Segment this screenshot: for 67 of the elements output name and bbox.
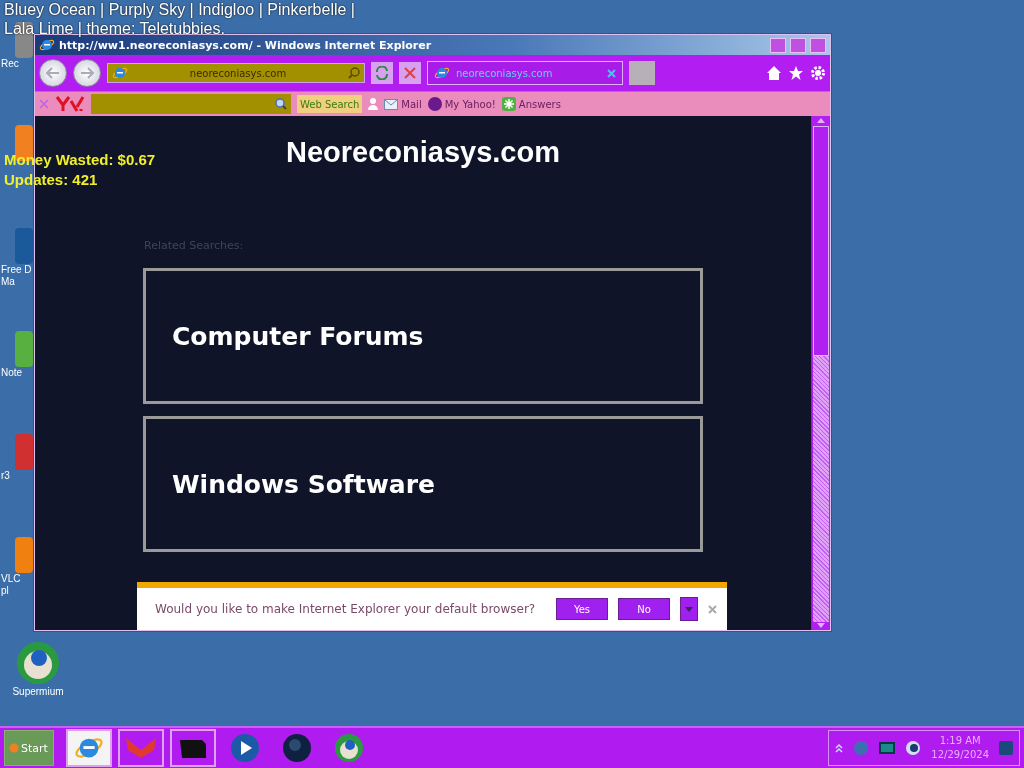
desktop-icon-label: VLC xyxy=(0,573,21,585)
home-icon[interactable] xyxy=(766,65,782,81)
ie-icon xyxy=(112,65,128,81)
clock[interactable]: 1:19 AM 12/29/2024 xyxy=(931,734,989,762)
play-icon xyxy=(230,733,260,763)
dropdown-button[interactable] xyxy=(680,597,698,621)
desktop-icon-label: Supermium xyxy=(12,686,64,698)
stop-button[interactable] xyxy=(399,62,421,84)
close-icon xyxy=(404,67,416,79)
infobar-button[interactable]: No xyxy=(618,598,670,620)
desktop-icon-label: Ma xyxy=(0,276,15,288)
start-button[interactable]: Start xyxy=(4,730,54,766)
forward-arrow-icon xyxy=(80,67,94,79)
window-title: http://ww1.neoreconiasys.com/ - Windows Internet Explorer xyxy=(59,38,433,52)
star-icon xyxy=(501,97,516,111)
maximize-button[interactable] xyxy=(790,37,806,53)
address-field[interactable]: neoreconiasys.com xyxy=(107,63,365,83)
circle-icon xyxy=(427,97,442,111)
close-icon[interactable] xyxy=(39,99,49,109)
close-icon[interactable] xyxy=(607,68,616,78)
browser-tab[interactable]: neoreconiasys.com xyxy=(427,61,623,85)
caret-icon xyxy=(685,606,693,612)
search-result-link[interactable]: Computer Forums xyxy=(143,268,703,404)
back-arrow-icon xyxy=(46,67,60,79)
web-search-button[interactable]: Web Search xyxy=(297,95,363,113)
monitor-icon[interactable] xyxy=(879,742,896,754)
desktop-icon-label: pl xyxy=(0,585,9,597)
forward-button[interactable] xyxy=(73,59,101,87)
back-button[interactable] xyxy=(39,59,67,87)
refresh-icon xyxy=(375,66,389,80)
infobar-button[interactable]: Yes xyxy=(556,598,608,620)
toolbar-link[interactable]: Answers xyxy=(518,98,561,110)
taskbar-app-button[interactable] xyxy=(170,729,216,767)
yahoo-logo-icon xyxy=(55,95,85,113)
ie-icon xyxy=(434,65,450,81)
star-icon[interactable] xyxy=(788,65,804,81)
close-icon[interactable] xyxy=(708,604,717,614)
fox-icon xyxy=(124,736,158,760)
globe-icon xyxy=(282,733,312,763)
browser-icon[interactable] xyxy=(15,640,61,686)
theme-banner-text: Bluey Ocean | Purply Sky | Indigloo | Pinkerbelle | xyxy=(4,0,356,19)
chevron-icon[interactable] xyxy=(835,743,844,753)
related-searches-label: Related Searches: xyxy=(144,239,244,252)
close-button[interactable] xyxy=(810,37,826,53)
desktop-icon-label: Free D xyxy=(0,264,32,276)
toolbar-link[interactable]: Mail xyxy=(401,98,422,110)
browser-icon xyxy=(334,733,364,763)
desktop-icon-label: r3 xyxy=(0,470,10,482)
toolbar-link[interactable]: My Yahoo! xyxy=(444,98,496,110)
toolbar-search-field[interactable] xyxy=(91,94,291,114)
scrollbar[interactable] xyxy=(811,116,830,630)
desktop-icon-label: Rec xyxy=(0,58,19,70)
desktop-icon-label: Note xyxy=(0,367,23,379)
search-icon xyxy=(275,98,287,110)
search-icon xyxy=(348,67,360,79)
user-icon[interactable] xyxy=(368,98,379,110)
search-result-link[interactable]: Windows Software xyxy=(143,416,703,552)
envelope-icon xyxy=(384,98,399,110)
refresh-button[interactable] xyxy=(371,62,393,84)
orb-icon xyxy=(9,742,19,754)
minimize-button[interactable] xyxy=(770,37,786,53)
volume-icon[interactable] xyxy=(905,740,922,756)
page-title: Neoreconiasys.com xyxy=(286,136,560,169)
stat-text: Money Wasted: $0.67 xyxy=(4,150,156,170)
infobar-message: Would you like to make Internet Explorer your default browser? xyxy=(155,602,537,616)
settings-icon[interactable] xyxy=(810,65,826,81)
ie-icon xyxy=(39,37,55,53)
